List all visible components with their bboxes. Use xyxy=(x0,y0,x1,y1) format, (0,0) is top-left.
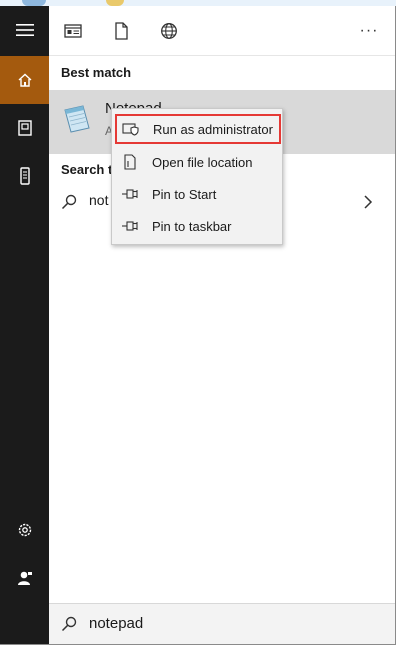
hamburger-icon xyxy=(15,24,34,36)
menu-item-run-as-administrator[interactable]: Run as administrator xyxy=(115,114,281,144)
menu-item-label: Pin to taskbar xyxy=(152,218,232,234)
documents-nav-button[interactable] xyxy=(0,104,49,152)
top-toolbar: ··· xyxy=(49,6,395,56)
file-location-icon xyxy=(116,154,144,170)
more-options-button[interactable]: ··· xyxy=(356,20,382,42)
phone-icon xyxy=(19,167,30,185)
best-match-heading: Best match xyxy=(61,65,132,80)
search-web-query: not xyxy=(89,192,109,208)
apps-icon xyxy=(64,24,82,38)
search-box[interactable]: notepad xyxy=(49,603,395,644)
menu-item-pin-to-taskbar[interactable]: Pin to taskbar xyxy=(116,211,280,241)
web-filter-button[interactable] xyxy=(158,20,180,42)
context-menu: Run as administrator Open file location … xyxy=(111,108,283,245)
search-icon xyxy=(61,194,77,210)
home-button[interactable] xyxy=(0,56,49,104)
settings-button[interactable] xyxy=(0,506,49,554)
user-account-button[interactable] xyxy=(0,554,49,602)
hamburger-menu-button[interactable] xyxy=(0,6,49,54)
pin-icon xyxy=(116,220,144,232)
notepad-app-icon xyxy=(64,105,90,133)
apps-filter-button[interactable] xyxy=(62,20,84,42)
search-icon xyxy=(61,616,77,632)
left-rail xyxy=(0,6,49,645)
pin-icon xyxy=(116,188,144,200)
chevron-right-icon[interactable] xyxy=(363,195,373,209)
device-nav-button[interactable] xyxy=(0,152,49,200)
menu-item-label: Pin to Start xyxy=(152,186,217,202)
search-input[interactable]: notepad xyxy=(89,615,143,632)
gear-icon xyxy=(18,523,31,537)
documents-filter-button[interactable] xyxy=(110,20,132,42)
menu-item-pin-to-start[interactable]: Pin to Start xyxy=(116,179,280,209)
menu-item-label: Open file location xyxy=(152,154,253,170)
shield-icon xyxy=(117,122,145,136)
document-icon xyxy=(17,120,32,136)
user-icon xyxy=(17,571,32,585)
menu-item-open-file-location[interactable]: Open file location xyxy=(116,147,280,177)
menu-item-label: Run as administrator xyxy=(153,121,273,137)
web-icon xyxy=(161,23,177,39)
documents-icon xyxy=(115,22,128,40)
home-icon xyxy=(18,73,31,87)
